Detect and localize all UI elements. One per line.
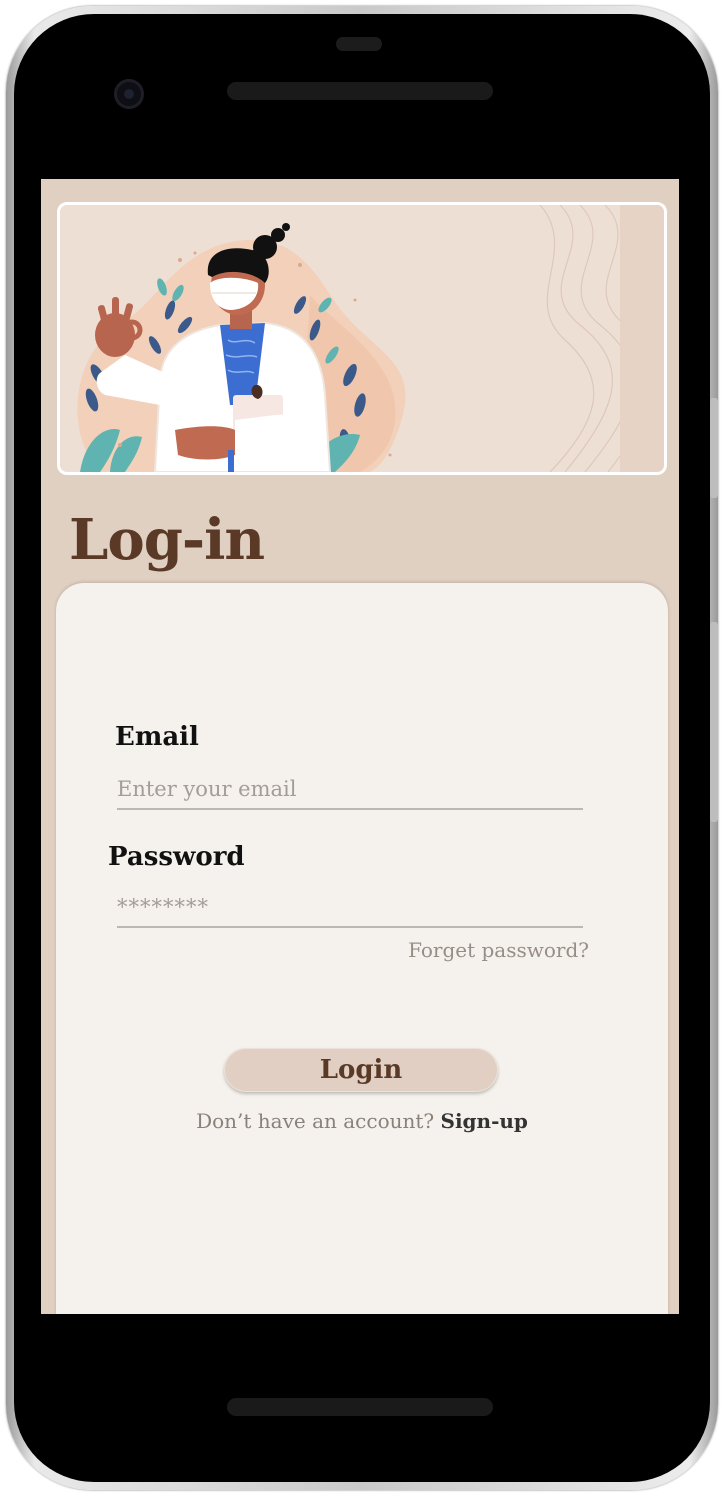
earpiece	[336, 37, 382, 51]
doctor-illustration	[77, 205, 664, 472]
volume-button	[710, 398, 718, 498]
power-button	[710, 622, 718, 822]
signup-prompt: Don’t have an account?	[196, 1109, 435, 1133]
signup-row: Don’t have an account? Sign-up	[56, 1109, 668, 1133]
front-camera	[114, 79, 144, 109]
signup-link[interactable]: Sign-up	[441, 1109, 528, 1133]
login-button[interactable]: Login	[224, 1048, 498, 1092]
email-label: Email	[115, 722, 199, 752]
page-title: Log-in	[69, 507, 265, 573]
app-screen: Log-in Email Password Forget password? L…	[41, 179, 679, 1314]
forgot-password-link[interactable]: Forget password?	[408, 938, 589, 962]
bottom-speaker	[227, 1398, 493, 1416]
banner	[57, 202, 667, 475]
email-field[interactable]	[117, 772, 583, 810]
password-field[interactable]	[117, 890, 583, 928]
top-speaker	[227, 82, 493, 100]
login-card: Email Password Forget password? Login Do…	[56, 583, 668, 1314]
password-label: Password	[108, 842, 245, 872]
